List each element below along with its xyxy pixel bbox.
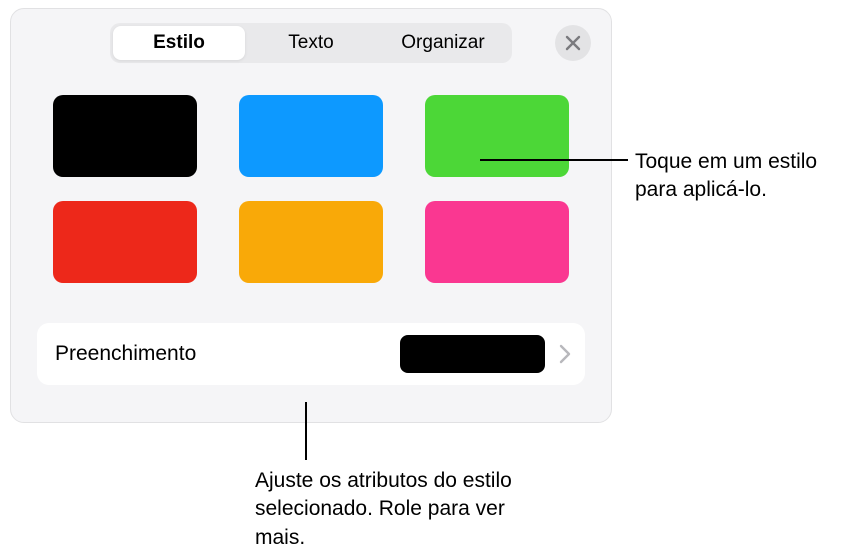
style-swatch-black[interactable] — [53, 95, 197, 177]
style-swatch-grid — [29, 85, 593, 301]
tab-text[interactable]: Texto — [245, 26, 377, 60]
style-swatch-orange[interactable] — [239, 201, 383, 283]
style-swatch-red[interactable] — [53, 201, 197, 283]
callout-line — [480, 159, 628, 161]
tab-text-label: Texto — [288, 32, 333, 54]
chevron-right-icon — [559, 344, 571, 364]
style-swatch-pink[interactable] — [425, 201, 569, 283]
callout-line — [305, 402, 307, 460]
fill-label: Preenchimento — [55, 342, 400, 366]
close-icon — [565, 35, 581, 51]
format-panel: Estilo Texto Organizar Preenchimento — [10, 8, 612, 423]
tab-segmented-control: Estilo Texto Organizar — [110, 23, 512, 63]
tab-arrange[interactable]: Organizar — [377, 26, 509, 60]
tab-style[interactable]: Estilo — [113, 26, 245, 60]
style-swatch-blue[interactable] — [239, 95, 383, 177]
tab-style-label: Estilo — [153, 32, 205, 54]
close-button[interactable] — [555, 25, 591, 61]
style-swatch-green[interactable] — [425, 95, 569, 177]
callout-adjust-attrs: Ajuste os atributos do estilo selecionad… — [255, 467, 555, 552]
fill-preview-swatch — [400, 335, 545, 373]
panel-header: Estilo Texto Organizar — [29, 23, 593, 63]
tab-arrange-label: Organizar — [401, 32, 484, 54]
callout-apply-style: Toque em um estilo para aplicá-lo. — [635, 148, 835, 205]
fill-row[interactable]: Preenchimento — [37, 323, 585, 385]
